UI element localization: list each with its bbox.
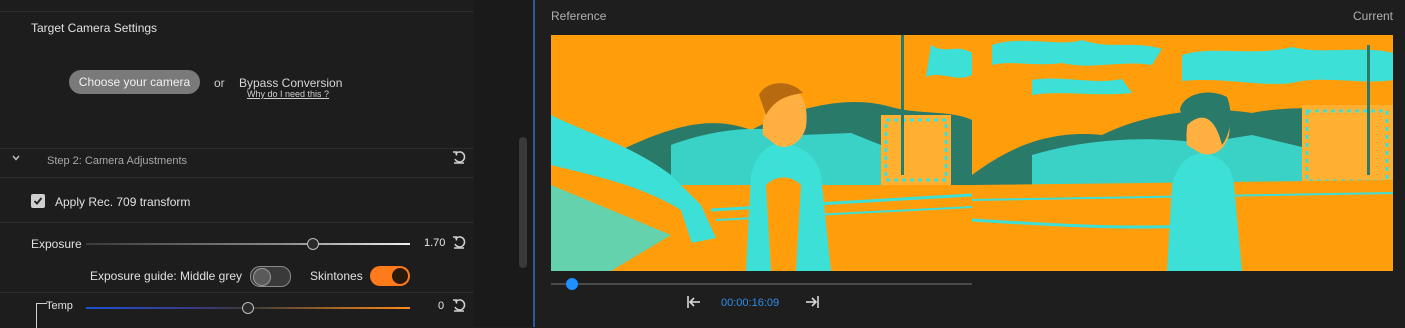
- step2-title: Step 2: Camera Adjustments: [47, 155, 188, 167]
- chevron-down-icon[interactable]: [11, 152, 21, 166]
- divider: [0, 222, 474, 223]
- scrubber-playhead[interactable]: [566, 278, 579, 290]
- or-label: or: [214, 76, 225, 90]
- reset-step2-icon[interactable]: [451, 149, 467, 165]
- divider: [0, 292, 474, 293]
- exposure-slider[interactable]: [86, 238, 410, 250]
- reset-temp-icon[interactable]: [451, 297, 467, 313]
- why-link[interactable]: Why do I need this ?: [247, 89, 329, 99]
- timecode[interactable]: 00:00:16:09: [721, 297, 779, 309]
- choose-camera-button[interactable]: Choose your camera: [69, 70, 200, 94]
- exposure-slider-thumb[interactable]: [306, 238, 319, 250]
- playback-scrubber[interactable]: [551, 278, 972, 290]
- temp-slider-thumb[interactable]: [242, 302, 254, 314]
- go-to-out-icon[interactable]: [804, 295, 820, 309]
- apply-rec709-checkbox[interactable]: [31, 194, 45, 208]
- divider: [0, 11, 474, 12]
- exposure-value[interactable]: 1.70: [424, 237, 445, 249]
- scrollbar-thumb[interactable]: [519, 137, 527, 268]
- go-to-in-icon[interactable]: [686, 295, 702, 309]
- temp-slider[interactable]: [86, 302, 410, 314]
- reference-image: [551, 35, 972, 271]
- divider: [0, 148, 474, 149]
- toggle-knob: [392, 268, 408, 284]
- scrubber-track: [551, 283, 972, 285]
- skintones-toggle[interactable]: [370, 266, 410, 286]
- toggle-knob: [253, 268, 271, 286]
- middle-grey-label: Middle grey: [180, 269, 243, 283]
- reset-exposure-icon[interactable]: [451, 234, 467, 250]
- camera-settings-panel: Target Camera Settings Choose your camer…: [0, 0, 474, 328]
- current-image: [972, 35, 1393, 271]
- apply-rec709-label: Apply Rec. 709 transform: [55, 195, 191, 209]
- target-camera-settings-title: Target Camera Settings: [31, 21, 158, 35]
- divider: [0, 177, 474, 178]
- middle-grey-toggle[interactable]: [250, 266, 291, 287]
- bypass-conversion-button[interactable]: Bypass Conversion: [239, 76, 342, 90]
- temp-label: Temp: [46, 300, 73, 312]
- exposure-label: Exposure: [31, 237, 82, 251]
- current-label: Current: [1352, 9, 1393, 23]
- comparison-viewer: Reference Current 00:00:16:09: [535, 0, 1405, 327]
- reference-label: Reference: [551, 9, 607, 23]
- temp-value[interactable]: 0: [438, 300, 444, 312]
- exposure-guide-label: Exposure guide:: [90, 269, 177, 283]
- skintones-label: Skintones: [310, 269, 363, 283]
- checkmark-icon: [33, 197, 43, 205]
